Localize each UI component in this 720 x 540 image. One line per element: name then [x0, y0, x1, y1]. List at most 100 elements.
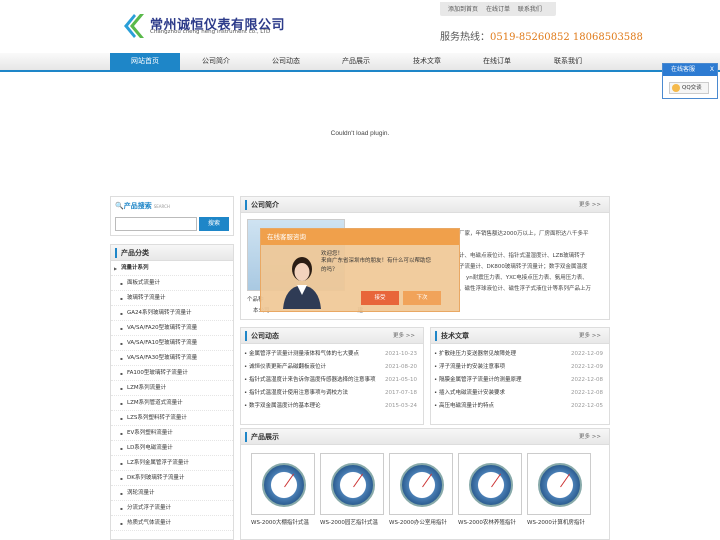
category-item[interactable]: LZM系列流量计 — [111, 381, 233, 396]
category-item[interactable]: FA100型玻璃转子流量计 — [111, 366, 233, 381]
nav-products[interactable]: 产品展示 — [321, 53, 391, 72]
category-item[interactable]: LZ系列金属管浮子流量计 — [111, 456, 233, 471]
products-more-link[interactable]: 更多 >> — [579, 429, 601, 445]
search-icon: 🔍 — [115, 202, 124, 210]
product-name[interactable]: WS-2000园艺指针式温 — [320, 518, 384, 526]
news-item-title[interactable]: 指针式温湿度计来告诉你温度传感器选择的注意事项 — [249, 374, 376, 387]
category-item[interactable]: VA/SA/FA10型玻璃转子流量 — [111, 336, 233, 351]
news-item[interactable]: 指针式温湿度计来告诉你温度传感器选择的注意事项 2021-05-10 — [241, 374, 423, 387]
tech-item[interactable]: 浮子流量计的安装注意事项 2022-12-09 — [431, 361, 609, 374]
category-item[interactable]: LZM系列管道式流量计 — [111, 396, 233, 411]
nav-articles[interactable]: 技术文章 — [392, 53, 462, 72]
search-subtitle: SEARCH — [153, 204, 170, 209]
tech-item[interactable]: 高压电磁流量计的特点 2022-12-05 — [431, 400, 609, 413]
news-item-title[interactable]: 金属管浮子流量计测量液体和气体的七大要点 — [249, 348, 359, 361]
nav-news[interactable]: 公司动态 — [251, 53, 321, 72]
category-list: 流量计系列面板式流量计玻璃转子流量计GA24系列玻璃转子流量计VA/SA/FA2… — [111, 261, 233, 531]
product-name[interactable]: WS-2000农林养殖指针 — [458, 518, 522, 526]
gauge-icon — [400, 463, 444, 507]
products-panel: 产品展示 更多 >> WS-2000大棚指针式温 WS-2000园艺指针式温 WS-2… — [240, 428, 610, 540]
category-item[interactable]: 分流式浮子流量计 — [111, 501, 233, 516]
news-item[interactable]: 金属管浮子流量计测量液体和气体的七大要点 2021-10-23 — [241, 348, 423, 361]
top-links: 添加到首页 在线订单 联系我们 — [440, 2, 556, 16]
product-name[interactable]: WS-2000计算机房指针 — [527, 518, 591, 526]
search-title: 🔍产品搜索 SEARCH — [115, 201, 170, 211]
about-text-line: 计、电磁点液位计、指针式温湿度计、LZB玻璃转子 — [459, 253, 586, 259]
category-item[interactable]: VA/SA/FA20型玻璃转子流量 — [111, 321, 233, 336]
news-item[interactable]: 数字双金属温度计的基本理论 2015-03-24 — [241, 400, 423, 413]
category-item[interactable]: EV系列塑料流量计 — [111, 426, 233, 441]
news-item-title[interactable]: 数字双金属温度计的基本理论 — [249, 400, 321, 413]
product-image[interactable] — [320, 453, 384, 515]
category-item[interactable]: LD系列电磁流量计 — [111, 441, 233, 456]
product-image[interactable] — [458, 453, 522, 515]
category-item[interactable]: 涡轮流量计 — [111, 486, 233, 501]
news-item-title[interactable]: 指针式温湿度计使用注意事项与调校方法 — [249, 387, 348, 400]
nav-order[interactable]: 在线订单 — [462, 53, 532, 72]
chat-later-button[interactable]: 下次 — [403, 291, 441, 305]
product-name[interactable]: WS-2000办公室用指针 — [389, 518, 453, 526]
category-item[interactable]: DK系列玻璃转子流量计 — [111, 471, 233, 486]
tech-item-title[interactable]: 高压电磁流量计的特点 — [439, 400, 494, 413]
chat-title: 在线客服咨询 — [261, 229, 459, 245]
news-item[interactable]: 诚恒仪表更新产品磁翻板液位计 2021-08-20 — [241, 361, 423, 374]
product-card[interactable]: WS-2000大棚指针式温 — [251, 453, 315, 526]
tech-item-title[interactable]: 扩散硅压力变送器常见故障处理 — [439, 348, 516, 361]
product-card[interactable]: WS-2000办公室用指针 — [389, 453, 453, 526]
products-header: 产品展示 更多 >> — [241, 429, 609, 445]
tech-list: 扩散硅压力变送器常见故障处理 2022-12-09 浮子流量计的安装注意事项 2022… — [431, 344, 609, 413]
search-button[interactable]: 搜索 — [199, 217, 229, 231]
news-list: 金属管浮子流量计测量液体和气体的七大要点 2021-10-23 诚恒仪表更新产品磁翻… — [241, 344, 423, 413]
service-close-icon[interactable]: X — [710, 64, 714, 76]
category-item[interactable]: 玻璃转子流量计 — [111, 291, 233, 306]
about-text-line: 厂家，年销售额达2000万以上，厂房面积达八千多平 — [459, 231, 589, 237]
qq-chat-button[interactable]: QQ交谈 — [669, 82, 709, 94]
agent-avatar-icon — [283, 257, 321, 309]
product-name[interactable]: WS-2000大棚指针式温 — [251, 518, 315, 526]
chat-accept-button[interactable]: 接受 — [361, 291, 399, 305]
news-item[interactable]: 指针式温湿度计使用注意事项与调校方法 2017-07-18 — [241, 387, 423, 400]
category-item[interactable]: 面板式流量计 — [111, 276, 233, 291]
product-image[interactable] — [389, 453, 453, 515]
product-image[interactable] — [251, 453, 315, 515]
category-item[interactable]: 流量计系列 — [111, 261, 233, 276]
tech-more-link[interactable]: 更多 >> — [579, 328, 601, 344]
tech-item[interactable]: 扩散硅压力变送器常见故障处理 2022-12-09 — [431, 348, 609, 361]
tech-item[interactable]: 插入式电磁流量计安装要求 2022-12-08 — [431, 387, 609, 400]
category-panel: 产品分类 流量计系列面板式流量计玻璃转子流量计GA24系列玻璃转子流量计VA/S… — [110, 244, 234, 540]
category-item[interactable]: VA/SA/FA30型玻璃转子流量 — [111, 351, 233, 366]
nav-about[interactable]: 公司简介 — [181, 53, 251, 72]
product-card[interactable]: WS-2000农林养殖指针 — [458, 453, 522, 526]
main-nav: 网站首页 公司简介 公司动态 产品展示 技术文章 在线订单 联系我们 — [0, 53, 720, 72]
category-item[interactable]: LZS系列塑料转子流量计 — [111, 411, 233, 426]
category-header: 产品分类 — [111, 245, 233, 261]
toplink-home[interactable]: 添加到首页 — [448, 6, 478, 13]
site-header: 常州诚恒仪表有限公司 Changzhou cheng heng instrume… — [0, 0, 720, 54]
product-card[interactable]: WS-2000计算机房指针 — [527, 453, 591, 526]
tech-panel: 技术文章 更多 >> 扩散硅压力变送器常见故障处理 2022-12-09 浮子流量计的… — [430, 327, 610, 425]
tech-item[interactable]: 隔膜金属管浮子流量计的测量原理 2022-12-08 — [431, 374, 609, 387]
search-input[interactable] — [115, 217, 197, 231]
product-card[interactable]: WS-2000园艺指针式温 — [320, 453, 384, 526]
about-more-link[interactable]: 更多 >> — [579, 197, 601, 213]
category-item[interactable]: GA24系列玻璃转子流量计 — [111, 306, 233, 321]
nav-home[interactable]: 网站首页 — [110, 53, 180, 72]
product-image[interactable] — [527, 453, 591, 515]
tech-title: 技术文章 — [441, 332, 469, 340]
tech-item-title[interactable]: 浮子流量计的安装注意事项 — [439, 361, 505, 374]
nav-contact[interactable]: 联系我们 — [533, 53, 603, 72]
tech-item-title[interactable]: 插入式电磁流量计安装要求 — [439, 387, 505, 400]
gauge-icon — [469, 463, 513, 507]
toplink-order[interactable]: 在线订单 — [486, 6, 510, 13]
toplink-contact[interactable]: 联系我们 — [518, 6, 542, 13]
tech-item-date: 2022-12-09 — [571, 351, 603, 357]
category-item[interactable]: 热质式气体流量计 — [111, 516, 233, 531]
plugin-error-message: Couldn't load plugin. — [330, 130, 390, 137]
tech-item-title[interactable]: 隔膜金属管浮子流量计的测量原理 — [439, 374, 522, 387]
hotline-label: 服务热线： — [440, 32, 490, 43]
gauge-icon — [538, 463, 582, 507]
news-header: 公司动态 更多 >> — [241, 328, 423, 344]
news-item-title[interactable]: 诚恒仪表更新产品磁翻板液位计 — [249, 361, 326, 374]
category-title: 产品分类 — [121, 249, 149, 257]
news-more-link[interactable]: 更多 >> — [393, 328, 415, 344]
